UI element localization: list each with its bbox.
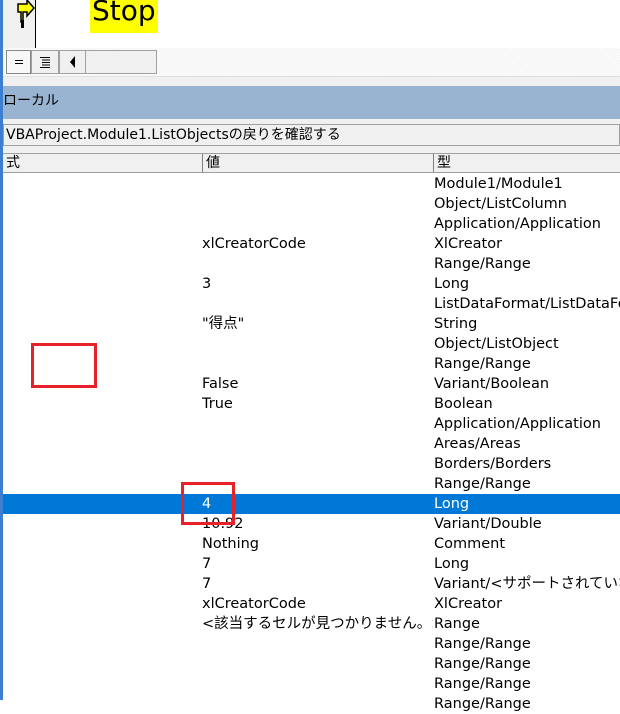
type-cell: ListDataFormat/ListDataFormat: [434, 296, 620, 312]
view-buttons-bar: [3, 48, 620, 76]
locals-row[interactable]: CellsRange/Range: [3, 474, 620, 494]
locals-row[interactable]: Index3Long: [3, 274, 620, 294]
locals-window-titlebar[interactable]: ローカル: [3, 86, 620, 119]
type-cell: Application/Application: [434, 416, 601, 432]
locals-row[interactable]: Name"得点"String: [3, 314, 620, 334]
locals-row[interactable]: DependentsRange/Range: [3, 654, 620, 674]
locals-header: 式 値 型: [3, 153, 620, 173]
type-cell: XlCreator: [434, 236, 503, 252]
type-cell: Range/Range: [434, 656, 531, 672]
locals-row[interactable]: ListDataFormatListDataFormat/ListDataFor…: [3, 294, 620, 314]
value-cell[interactable]: 10.92: [202, 514, 433, 534]
context-bar: VBAProject.Module1.ListObjectsの戻りを確認する: [3, 119, 620, 153]
horizontal-scroll-thumb[interactable]: [85, 50, 157, 74]
type-cell: Variant/Boolean: [434, 376, 550, 392]
locals-row[interactable]: AllowEditTrueBoolean: [3, 394, 620, 414]
value-cell[interactable]: xlCreatorCode: [202, 594, 433, 614]
type-cell: Range/Range: [434, 356, 531, 372]
type-cell: Long: [434, 496, 470, 512]
annotation-highlight-range: [31, 343, 97, 388]
locals-row[interactable]: objObject/ListColumn: [3, 194, 620, 214]
locals-row[interactable]: DataBodyRangeRange/Range: [3, 254, 620, 274]
type-cell: Range/Range: [434, 476, 531, 492]
type-cell: XlCreator: [434, 596, 503, 612]
locals-row[interactable]: AreasAreas/Areas: [3, 434, 620, 454]
type-cell: Borders/Borders: [434, 456, 552, 472]
value-cell[interactable]: "得点": [202, 314, 433, 334]
locals-row[interactable]: Count7Long: [3, 554, 620, 574]
procedure-view-button[interactable]: [6, 50, 31, 74]
value-cell[interactable]: True: [202, 394, 433, 414]
type-cell: Object/ListObject: [434, 336, 559, 352]
value-cell[interactable]: Nothing: [202, 534, 433, 554]
margin-indicator-bar[interactable]: [3, 0, 36, 48]
type-cell: Areas/Areas: [434, 436, 521, 452]
locals-row[interactable]: CreatorxlCreatorCodeXlCreator: [3, 594, 620, 614]
type-cell: Long: [434, 556, 470, 572]
type-cell: Range/Range: [434, 256, 531, 272]
type-cell: Variant/<サポートされていない変数の型>: [434, 576, 620, 592]
column-header-value[interactable]: 値: [203, 154, 434, 172]
type-cell: String: [434, 316, 478, 332]
type-cell: Range/Range: [434, 676, 531, 692]
type-cell: Object/ListColumn: [434, 196, 567, 212]
current-statement[interactable]: Stop: [90, 0, 158, 33]
value-cell[interactable]: <該当するセルが見つかりません。>: [202, 614, 433, 634]
locals-row[interactable]: ColumnWidth10.92Variant/Double: [3, 514, 620, 534]
annotation-highlight-column-value: [181, 482, 235, 525]
locals-row[interactable]: ApplicationApplication/Application: [3, 414, 620, 434]
locals-row[interactable]: CommentNothingComment: [3, 534, 620, 554]
full-module-view-icon: [40, 57, 50, 68]
full-module-view-button[interactable]: [31, 50, 59, 74]
left-triangle-icon: [69, 56, 75, 68]
locals-row[interactable]: CountLarge7Variant/<サポートされていない変数の型>: [3, 574, 620, 594]
value-cell[interactable]: xlCreatorCode: [202, 234, 433, 254]
type-cell: Long: [434, 276, 470, 292]
scroll-left-button[interactable]: [59, 50, 86, 74]
column-header-expression[interactable]: 式: [3, 154, 203, 172]
locals-row[interactable]: DirectDependentsRange/Range: [3, 674, 620, 694]
locals-row[interactable]: ApplicationApplication/Application: [3, 214, 620, 234]
locals-row[interactable]: CurrentArray<該当するセルが見つかりません。>Range: [3, 614, 620, 634]
locals-row[interactable]: DirectPrecedentsRange/Range: [3, 694, 620, 714]
locals-row[interactable]: CurrentRegionRange/Range: [3, 634, 620, 654]
execution-arrow-icon: [17, 0, 35, 28]
type-cell: Range/Range: [434, 636, 531, 652]
column-header-type[interactable]: 型: [434, 154, 620, 172]
procedure-context[interactable]: VBAProject.Module1.ListObjectsの戻りを確認する: [3, 124, 620, 146]
type-cell: Application/Application: [434, 216, 601, 232]
type-cell: Variant/Double: [434, 516, 542, 532]
value-cell[interactable]: 3: [202, 274, 433, 294]
procedure-view-icon: [14, 60, 23, 64]
locals-row[interactable]: Module1Module1/Module1: [3, 174, 620, 194]
type-cell: Module1/Module1: [434, 176, 563, 192]
type-cell: Boolean: [434, 396, 493, 412]
locals-row[interactable]: CreatorxlCreatorCodeXlCreator: [3, 234, 620, 254]
type-cell: Comment: [434, 536, 506, 552]
locals-tree: Module1Module1/Module1objObject/ListColu…: [3, 174, 620, 714]
value-cell[interactable]: 7: [202, 554, 433, 574]
type-cell: Range/Range: [434, 696, 531, 712]
locals-window-title: ローカル: [3, 93, 59, 109]
value-cell[interactable]: 4: [202, 494, 433, 514]
locals-row[interactable]: Column4Long: [3, 494, 620, 514]
type-cell: Range: [434, 616, 480, 632]
value-cell[interactable]: 7: [202, 574, 433, 594]
locals-row[interactable]: BordersBorders/Borders: [3, 454, 620, 474]
value-cell[interactable]: False: [202, 374, 433, 394]
